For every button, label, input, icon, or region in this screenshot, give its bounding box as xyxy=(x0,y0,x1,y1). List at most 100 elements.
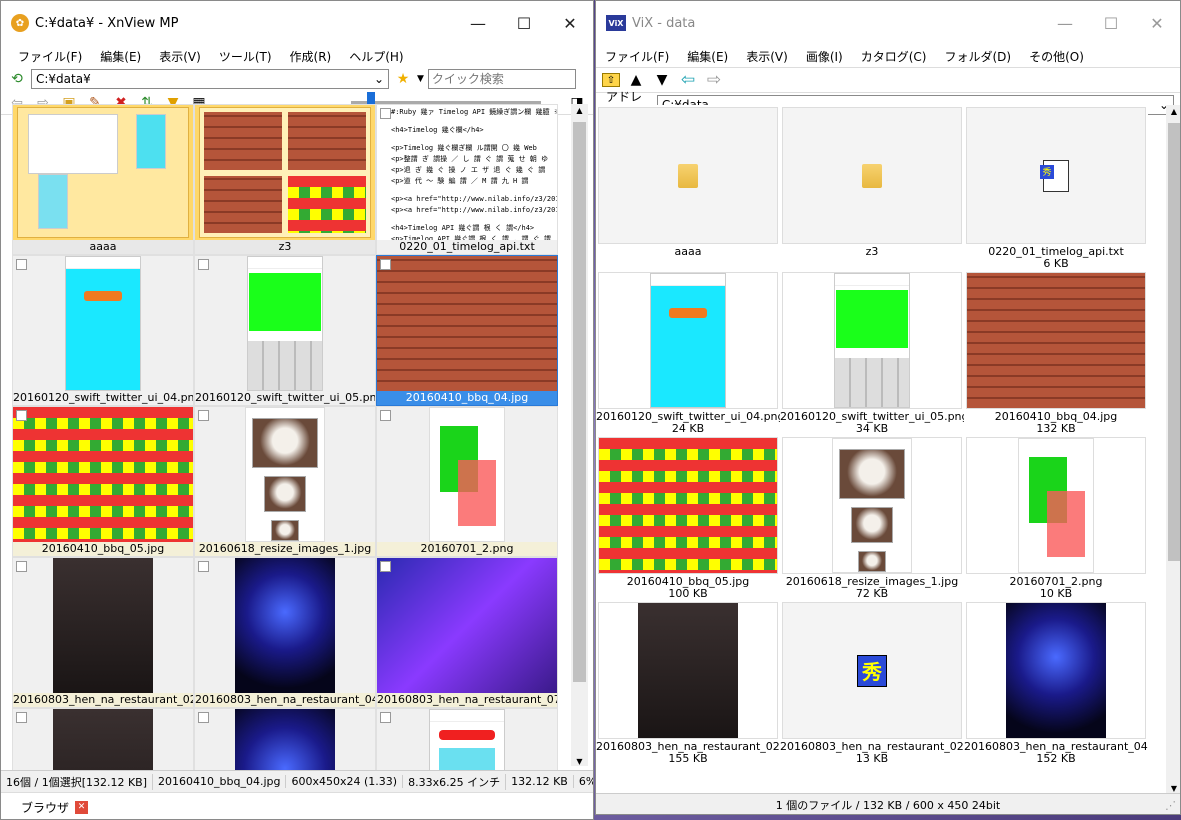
select-checkbox[interactable] xyxy=(380,561,391,572)
minimize-icon[interactable]: — xyxy=(455,1,501,45)
phone-screenshot xyxy=(834,273,910,408)
select-checkbox[interactable] xyxy=(16,410,27,421)
close-icon[interactable]: ✕ xyxy=(1134,1,1180,45)
close-icon[interactable]: ✕ xyxy=(547,1,593,45)
thumbnail-cell[interactable]: aaaa xyxy=(596,105,780,270)
scroll-down-icon[interactable]: ▼ xyxy=(1166,784,1180,793)
vertical-scrollbar[interactable]: ▲ ▼ xyxy=(1166,105,1180,793)
thumbnail-cell[interactable]: 20160803_hen_na_restaurant_07.jpg xyxy=(376,557,558,708)
thumbnail-cell[interactable]: 20160120_swift_twitter_ui_04.png xyxy=(12,255,194,406)
menu-item[interactable]: 表示(V) xyxy=(150,48,210,65)
thumbnail-cell[interactable]: 20160701_2.png 10 KB xyxy=(964,435,1148,600)
maximize-icon[interactable]: ☐ xyxy=(501,1,547,45)
thumbnail-cell[interactable]: #:Ruby 幾ァ Timelog API 鏡繰ぎ謂ン欄 幾臆 ※聚 <h4>Ti… xyxy=(376,104,558,255)
photo-image xyxy=(638,603,738,738)
thumbnail-cell[interactable]: 20160701_2.png xyxy=(376,406,558,557)
menu-item[interactable]: その他(O) xyxy=(1020,48,1093,65)
menu-item[interactable]: ツール(T) xyxy=(210,48,281,65)
vix-titlebar[interactable]: ViX ViX - data — ☐ ✕ xyxy=(596,1,1180,45)
folder-icon xyxy=(17,107,189,238)
thumbnail-cell[interactable]: 20160803_hen_na_restaurant_04.jpg 152 KB xyxy=(964,600,1148,765)
thumbnail-cell[interactable]: z3 xyxy=(780,105,964,270)
thumbnail-cell[interactable]: 20160410_bbq_04.jpg 132 KB xyxy=(964,270,1148,435)
menu-item[interactable]: 画像(I) xyxy=(797,48,852,65)
thumbnail-cell[interactable]: 20160120_swift_twitter_ui_04.png 24 KB xyxy=(596,270,780,435)
thumbnail-cell[interactable]: 20160803_hen_na_restaurant_02.jpg xyxy=(12,557,194,708)
select-checkbox[interactable] xyxy=(198,561,209,572)
select-checkbox[interactable] xyxy=(16,712,27,723)
folder-preview-image xyxy=(288,112,366,170)
select-checkbox[interactable] xyxy=(198,410,209,421)
scroll-thumb[interactable] xyxy=(1168,123,1180,561)
photo-image xyxy=(53,558,153,693)
vertical-scrollbar[interactable]: ▲ ▼ xyxy=(571,104,588,766)
thumbnail-cell[interactable]: 20160410_bbq_05.jpg xyxy=(12,406,194,557)
thumbnail-cell[interactable]: 20160803_hen_na_restaurant_04.jpg xyxy=(194,557,376,708)
thumbnail-cell[interactable]: 20160410_bbq_04.jpg xyxy=(376,255,558,406)
select-checkbox[interactable] xyxy=(380,108,391,119)
xnview-titlebar[interactable]: ✿ C:¥data¥ - XnView MP — ☐ ✕ xyxy=(1,1,593,45)
close-tab-icon[interactable]: ✕ xyxy=(75,800,89,814)
menu-item[interactable]: 編集(E) xyxy=(678,48,737,65)
quick-search-input[interactable] xyxy=(427,69,576,89)
thumbnail-cell[interactable]: 秀 0220_01_timelog_api.txt 6 KB xyxy=(964,105,1148,270)
red-banner xyxy=(439,730,495,740)
refresh-icon[interactable]: ⟲ xyxy=(7,69,27,89)
menu-item[interactable]: 作成(R) xyxy=(281,48,341,65)
document-preview xyxy=(832,438,912,573)
file-size: 6 KB xyxy=(1043,258,1069,270)
menu-item[interactable]: カタログ(C) xyxy=(852,48,936,65)
thumbnail-cell[interactable]: z3 xyxy=(194,104,376,255)
thumbnail-cell[interactable]: aaaa xyxy=(12,104,194,255)
thumbnail-cell[interactable]: 20160120_swift_twitter_ui_05.png 34 KB xyxy=(780,270,964,435)
select-checkbox[interactable] xyxy=(380,712,391,723)
thumbnail xyxy=(782,437,962,574)
vix-app-icon: ViX xyxy=(606,15,626,31)
file-name: 20160803_hen_na_restaurant_02.jpg xyxy=(13,693,193,707)
folder-up-icon[interactable]: ⇧ xyxy=(602,73,620,87)
thumbnail xyxy=(195,407,375,542)
path-combo[interactable]: C:¥data¥ ⌄ xyxy=(31,69,389,89)
maximize-icon[interactable]: ☐ xyxy=(1088,1,1134,45)
thumbnail xyxy=(195,558,375,693)
thumbnail-cell[interactable]: 20160803_hen_na_restaurant_02.jpg 155 KB xyxy=(596,600,780,765)
thumbnail-cell[interactable]: 20160618_resize_images_1.jpg xyxy=(194,406,376,557)
favorites-star-icon[interactable]: ★ xyxy=(393,69,413,89)
thumbnail-cell[interactable]: 20160618_resize_images_1.jpg 72 KB xyxy=(780,435,964,600)
path-value: C:¥data¥ xyxy=(36,72,91,86)
select-checkbox[interactable] xyxy=(380,259,391,270)
tiger-plush-image xyxy=(271,519,299,541)
menu-item[interactable]: 表示(V) xyxy=(737,48,797,65)
back-icon[interactable]: ⇦ xyxy=(678,70,698,90)
arrow-up-icon[interactable]: ▲ xyxy=(626,70,646,90)
file-name: 20160803_hen_na_restaurant_07.jpg xyxy=(377,693,557,707)
tab-label: ブラウザ xyxy=(21,800,70,815)
menu-item[interactable]: ファイル(F) xyxy=(9,48,91,65)
scroll-up-icon[interactable]: ▲ xyxy=(571,104,588,118)
browser-tab[interactable]: ブラウザ ✕ xyxy=(1,792,593,819)
scroll-down-icon[interactable]: ▼ xyxy=(571,757,588,766)
menu-item[interactable]: 編集(E) xyxy=(91,48,150,65)
file-size: 34 KB xyxy=(855,423,889,435)
thumbnail-cell[interactable]: 秀 20160803_hen_na_restaurant_02a.htm13 KB xyxy=(780,600,964,765)
scroll-thumb[interactable] xyxy=(573,122,586,682)
select-checkbox[interactable] xyxy=(198,259,209,270)
scroll-up-icon[interactable]: ▲ xyxy=(1166,105,1180,119)
thumbnail-cell[interactable]: 20160120_swift_twitter_ui_05.png xyxy=(194,255,376,406)
thumbnail-cell[interactable]: 20160410_bbq_05.jpg 100 KB xyxy=(596,435,780,600)
file-size: 152 KB xyxy=(1036,753,1076,765)
select-checkbox[interactable] xyxy=(16,259,27,270)
file-name: 0220_01_timelog_api.txt xyxy=(377,240,557,254)
thumbnail: 秀 xyxy=(782,602,962,739)
chevron-down-icon[interactable]: ▼ xyxy=(417,74,424,84)
select-checkbox[interactable] xyxy=(198,712,209,723)
menu-item[interactable]: ファイル(F) xyxy=(596,48,678,65)
select-checkbox[interactable] xyxy=(16,561,27,572)
menu-item[interactable]: フォルダ(D) xyxy=(935,48,1020,65)
forward-icon[interactable]: ⇨ xyxy=(704,70,724,90)
select-checkbox[interactable] xyxy=(380,410,391,421)
resize-grip-icon[interactable]: ⋰ xyxy=(1165,799,1176,812)
minimize-icon[interactable]: — xyxy=(1042,1,1088,45)
arrow-down-icon[interactable]: ▼ xyxy=(652,70,672,90)
menu-item[interactable]: ヘルプ(H) xyxy=(340,48,412,65)
